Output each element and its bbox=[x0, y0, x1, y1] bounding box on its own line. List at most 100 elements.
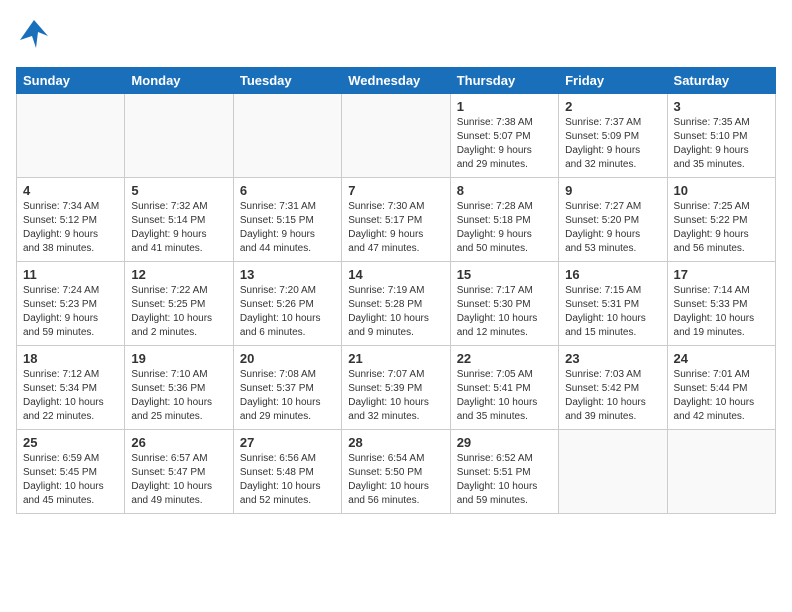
day-number: 16 bbox=[565, 267, 660, 282]
day-info: Sunrise: 7:30 AM Sunset: 5:17 PM Dayligh… bbox=[348, 200, 443, 256]
day-info: Sunrise: 6:59 AM Sunset: 5:45 PM Dayligh… bbox=[23, 452, 118, 508]
calendar-cell: 23 Sunrise: 7:03 AM Sunset: 5:42 PM Dayli… bbox=[559, 346, 667, 430]
day-number: 15 bbox=[457, 267, 552, 282]
calendar-cell: 12Sunrise: 7:22 AM Sunset: 5:25 PM Dayli… bbox=[125, 262, 233, 346]
calendar-cell: 7 Sunrise: 7:30 AM Sunset: 5:17 PM Daylig… bbox=[342, 178, 450, 262]
day-number: 13 bbox=[240, 267, 335, 282]
calendar-cell: 24 Sunrise: 7:01 AM Sunset: 5:44 PM Dayli… bbox=[667, 346, 775, 430]
day-number: 20 bbox=[240, 351, 335, 366]
day-info: Sunrise: 7:38 AM Sunset: 5:07 PM Dayligh… bbox=[457, 116, 552, 172]
day-info: Sunrise: 7:24 AM Sunset: 5:23 PM Dayligh… bbox=[23, 284, 118, 340]
day-info: Sunrise: 7:28 AM Sunset: 5:18 PM Dayligh… bbox=[457, 200, 552, 256]
calendar-header-row: SundayMondayTuesdayWednesdayThursdayFrid… bbox=[17, 68, 776, 94]
calendar-cell: 27Sunrise: 6:56 AM Sunset: 5:48 PM Dayli… bbox=[233, 430, 341, 514]
day-number: 17 bbox=[674, 267, 769, 282]
day-info: Sunrise: 7:25 AM Sunset: 5:22 PM Dayligh… bbox=[674, 200, 769, 256]
calendar-cell: 1 Sunrise: 7:38 AM Sunset: 5:07 PM Daylig… bbox=[450, 94, 558, 178]
day-info: Sunrise: 7:17 AM Sunset: 5:30 PM Dayligh… bbox=[457, 284, 552, 340]
calendar-week-row: 25 Sunrise: 6:59 AM Sunset: 5:45 PM Dayli… bbox=[17, 430, 776, 514]
calendar-cell: 6 Sunrise: 7:31 AM Sunset: 5:15 PM Daylig… bbox=[233, 178, 341, 262]
day-info: Sunrise: 7:27 AM Sunset: 5:20 PM Dayligh… bbox=[565, 200, 660, 256]
day-info: Sunrise: 7:03 AM Sunset: 5:42 PM Dayligh… bbox=[565, 368, 660, 424]
calendar-cell: 26 Sunrise: 6:57 AM Sunset: 5:47 PM Dayli… bbox=[125, 430, 233, 514]
day-number: 22 bbox=[457, 351, 552, 366]
day-number: 28 bbox=[348, 435, 443, 450]
calendar-cell bbox=[559, 430, 667, 514]
day-info: Sunrise: 7:22 AM Sunset: 5:25 PM Dayligh… bbox=[131, 284, 226, 340]
calendar-week-row: 1 Sunrise: 7:38 AM Sunset: 5:07 PM Daylig… bbox=[17, 94, 776, 178]
day-number: 26 bbox=[131, 435, 226, 450]
day-info: Sunrise: 7:07 AM Sunset: 5:39 PM Dayligh… bbox=[348, 368, 443, 424]
day-number: 23 bbox=[565, 351, 660, 366]
day-number: 19 bbox=[131, 351, 226, 366]
day-number: 25 bbox=[23, 435, 118, 450]
calendar-cell bbox=[667, 430, 775, 514]
calendar-cell bbox=[342, 94, 450, 178]
calendar-cell: 29Sunrise: 6:52 AM Sunset: 5:51 PM Dayli… bbox=[450, 430, 558, 514]
day-number: 6 bbox=[240, 183, 335, 198]
calendar-week-row: 18 Sunrise: 7:12 AM Sunset: 5:34 PM Dayli… bbox=[17, 346, 776, 430]
calendar-cell: 20 Sunrise: 7:08 AM Sunset: 5:37 PM Dayli… bbox=[233, 346, 341, 430]
day-info: Sunrise: 7:01 AM Sunset: 5:44 PM Dayligh… bbox=[674, 368, 769, 424]
calendar-cell bbox=[125, 94, 233, 178]
day-info: Sunrise: 6:54 AM Sunset: 5:50 PM Dayligh… bbox=[348, 452, 443, 508]
day-number: 21 bbox=[348, 351, 443, 366]
day-info: Sunrise: 7:15 AM Sunset: 5:31 PM Dayligh… bbox=[565, 284, 660, 340]
day-info: Sunrise: 6:52 AM Sunset: 5:51 PM Dayligh… bbox=[457, 452, 552, 508]
day-number: 2 bbox=[565, 99, 660, 114]
day-number: 27 bbox=[240, 435, 335, 450]
calendar-cell: 8 Sunrise: 7:28 AM Sunset: 5:18 PM Daylig… bbox=[450, 178, 558, 262]
day-number: 8 bbox=[457, 183, 552, 198]
logo-bird-icon bbox=[16, 16, 52, 57]
day-info: Sunrise: 7:37 AM Sunset: 5:09 PM Dayligh… bbox=[565, 116, 660, 172]
day-info: Sunrise: 7:19 AM Sunset: 5:28 PM Dayligh… bbox=[348, 284, 443, 340]
day-number: 10 bbox=[674, 183, 769, 198]
calendar-cell: 11 Sunrise: 7:24 AM Sunset: 5:23 PM Dayli… bbox=[17, 262, 125, 346]
day-info: Sunrise: 7:20 AM Sunset: 5:26 PM Dayligh… bbox=[240, 284, 335, 340]
calendar-cell bbox=[233, 94, 341, 178]
calendar-cell: 19 Sunrise: 7:10 AM Sunset: 5:36 PM Dayli… bbox=[125, 346, 233, 430]
calendar-cell: 22 Sunrise: 7:05 AM Sunset: 5:41 PM Dayli… bbox=[450, 346, 558, 430]
day-info: Sunrise: 7:10 AM Sunset: 5:36 PM Dayligh… bbox=[131, 368, 226, 424]
day-info: Sunrise: 7:35 AM Sunset: 5:10 PM Dayligh… bbox=[674, 116, 769, 172]
calendar-cell: 2 Sunrise: 7:37 AM Sunset: 5:09 PM Daylig… bbox=[559, 94, 667, 178]
day-number: 1 bbox=[457, 99, 552, 114]
logo bbox=[16, 16, 54, 57]
day-info: Sunrise: 7:14 AM Sunset: 5:33 PM Dayligh… bbox=[674, 284, 769, 340]
day-number: 5 bbox=[131, 183, 226, 198]
weekday-header-monday: Monday bbox=[125, 68, 233, 94]
calendar-cell: 28 Sunrise: 6:54 AM Sunset: 5:50 PM Dayli… bbox=[342, 430, 450, 514]
calendar-cell: 14 Sunrise: 7:19 AM Sunset: 5:28 PM Dayli… bbox=[342, 262, 450, 346]
weekday-header-thursday: Thursday bbox=[450, 68, 558, 94]
calendar-cell: 18 Sunrise: 7:12 AM Sunset: 5:34 PM Dayli… bbox=[17, 346, 125, 430]
calendar-week-row: 4 Sunrise: 7:34 AM Sunset: 5:12 PM Daylig… bbox=[17, 178, 776, 262]
day-info: Sunrise: 7:31 AM Sunset: 5:15 PM Dayligh… bbox=[240, 200, 335, 256]
calendar-cell: 16 Sunrise: 7:15 AM Sunset: 5:31 PM Dayli… bbox=[559, 262, 667, 346]
day-info: Sunrise: 7:34 AM Sunset: 5:12 PM Dayligh… bbox=[23, 200, 118, 256]
calendar-table: SundayMondayTuesdayWednesdayThursdayFrid… bbox=[16, 67, 776, 514]
day-number: 18 bbox=[23, 351, 118, 366]
day-info: Sunrise: 6:57 AM Sunset: 5:47 PM Dayligh… bbox=[131, 452, 226, 508]
weekday-header-wednesday: Wednesday bbox=[342, 68, 450, 94]
day-info: Sunrise: 7:12 AM Sunset: 5:34 PM Dayligh… bbox=[23, 368, 118, 424]
calendar-cell bbox=[17, 94, 125, 178]
weekday-header-saturday: Saturday bbox=[667, 68, 775, 94]
calendar-cell: 5 Sunrise: 7:32 AM Sunset: 5:14 PM Daylig… bbox=[125, 178, 233, 262]
calendar-cell: 3Sunrise: 7:35 AM Sunset: 5:10 PM Daylig… bbox=[667, 94, 775, 178]
day-number: 11 bbox=[23, 267, 118, 282]
calendar-week-row: 11 Sunrise: 7:24 AM Sunset: 5:23 PM Dayli… bbox=[17, 262, 776, 346]
calendar-cell: 25 Sunrise: 6:59 AM Sunset: 5:45 PM Dayli… bbox=[17, 430, 125, 514]
weekday-header-friday: Friday bbox=[559, 68, 667, 94]
weekday-header-tuesday: Tuesday bbox=[233, 68, 341, 94]
calendar-cell: 17 Sunrise: 7:14 AM Sunset: 5:33 PM Dayli… bbox=[667, 262, 775, 346]
day-number: 7 bbox=[348, 183, 443, 198]
day-info: Sunrise: 7:08 AM Sunset: 5:37 PM Dayligh… bbox=[240, 368, 335, 424]
day-number: 14 bbox=[348, 267, 443, 282]
calendar-cell: 15 Sunrise: 7:17 AM Sunset: 5:30 PM Dayli… bbox=[450, 262, 558, 346]
day-info: Sunrise: 7:05 AM Sunset: 5:41 PM Dayligh… bbox=[457, 368, 552, 424]
day-number: 24 bbox=[674, 351, 769, 366]
day-number: 4 bbox=[23, 183, 118, 198]
calendar-cell: 21 Sunrise: 7:07 AM Sunset: 5:39 PM Dayli… bbox=[342, 346, 450, 430]
day-info: Sunrise: 7:32 AM Sunset: 5:14 PM Dayligh… bbox=[131, 200, 226, 256]
calendar-cell: 9Sunrise: 7:27 AM Sunset: 5:20 PM Daylig… bbox=[559, 178, 667, 262]
